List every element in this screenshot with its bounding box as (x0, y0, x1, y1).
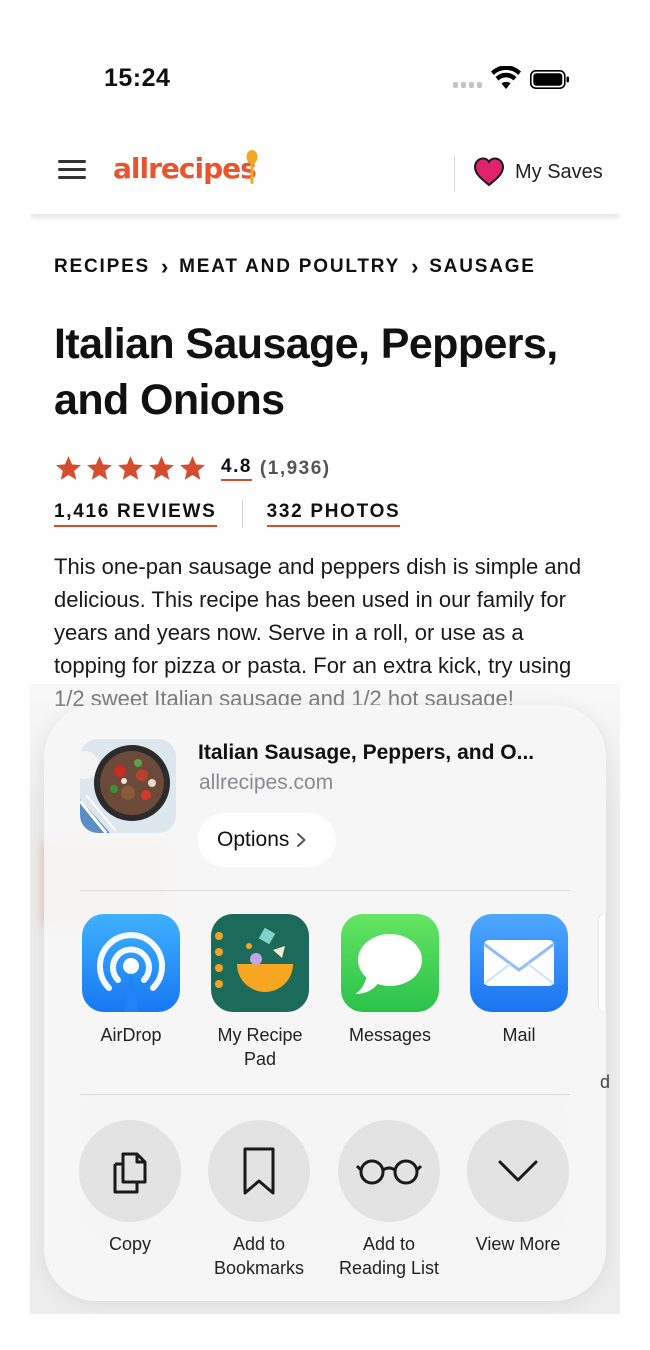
menu-icon[interactable] (58, 160, 86, 180)
add-reading-list-button[interactable] (338, 1120, 440, 1222)
my-saves-link[interactable]: My Saves (515, 161, 603, 184)
breadcrumb: RECIPES › MEAT AND POULTRY › SAUSAGE (54, 254, 536, 280)
star-icon (180, 456, 205, 480)
action-label: Copy (108, 1234, 152, 1254)
rating-count: (1,936) (259, 457, 331, 479)
star-icon (118, 456, 143, 480)
view-more-action[interactable]: View More (453, 1120, 583, 1256)
share-app-messages[interactable]: Messages (330, 914, 450, 1047)
share-app-airdrop[interactable]: AirDrop (71, 914, 191, 1047)
breadcrumb-recipes[interactable]: RECIPES (54, 256, 150, 278)
cellular-signal-icon (453, 82, 483, 90)
add-bookmark-action[interactable]: Add to Bookmarks (194, 1120, 324, 1280)
app-label: My Recipe Pad (217, 1025, 303, 1069)
recipe-title: Italian Sausage, Peppers, and Onions (54, 320, 558, 424)
action-label: Add to Reading List (338, 1234, 440, 1278)
spoon-icon (246, 150, 258, 184)
share-divider (80, 1094, 570, 1095)
share-divider (80, 890, 570, 891)
breadcrumb-meat-and-poultry[interactable]: MEAT AND POULTRY (179, 256, 400, 278)
chevron-down-icon (498, 1160, 538, 1182)
share-sheet: Italian Sausage, Peppers, and O... allre… (44, 705, 610, 1301)
links-divider (241, 500, 243, 528)
star-icon (56, 456, 81, 480)
share-page-domain: allrecipes.com (199, 771, 334, 794)
share-page-title: Italian Sausage, Peppers, and O... (198, 741, 535, 764)
airdrop-icon (82, 914, 180, 1012)
breadcrumb-sausage[interactable]: SAUSAGE (429, 256, 536, 278)
next-app-partial-label: d (600, 1072, 611, 1092)
logo-text: allrecipes (113, 152, 257, 185)
header-divider (454, 156, 455, 192)
share-app-my-recipe-pad[interactable]: My Recipe Pad (200, 914, 320, 1071)
next-app-partial-icon[interactable] (599, 914, 605, 1012)
view-more-button[interactable] (467, 1120, 569, 1222)
reviews-link[interactable]: 1,416 REVIEWS (54, 501, 217, 527)
app-label: Messages (348, 1025, 432, 1045)
copy-button[interactable] (79, 1120, 181, 1222)
add-reading-list-action[interactable]: Add to Reading List (324, 1120, 454, 1280)
chevron-right-icon: › (161, 254, 171, 279)
battery-icon (530, 70, 569, 89)
star-icon (149, 456, 174, 480)
app-label: Mail (502, 1025, 536, 1045)
bookmark-icon (243, 1147, 275, 1195)
rating-value-link[interactable]: 4.8 (221, 456, 252, 481)
skillet-food-image (80, 739, 176, 833)
heart-icon[interactable] (473, 156, 505, 188)
status-bar: 15:24 (0, 0, 650, 124)
review-photo-links: 1,416 REVIEWS 332 PHOTOS (54, 500, 401, 528)
options-label: Options (217, 828, 290, 851)
action-label: Add to Bookmarks (213, 1234, 305, 1278)
share-app-mail[interactable]: Mail (459, 914, 579, 1047)
recipe-pad-icon (211, 914, 309, 1012)
mail-icon (470, 914, 568, 1012)
messages-icon (341, 914, 439, 1012)
action-label: View More (475, 1234, 561, 1254)
options-button[interactable]: Options (198, 813, 336, 867)
wifi-icon (491, 66, 521, 89)
recipe-thumbnail (80, 739, 176, 833)
star-icon (87, 456, 112, 480)
copy-action[interactable]: Copy (65, 1120, 195, 1256)
photos-link[interactable]: 332 PHOTOS (266, 501, 401, 527)
add-bookmark-button[interactable] (208, 1120, 310, 1222)
site-header: allrecipes My Saves (30, 124, 620, 214)
copy-icon (113, 1152, 147, 1194)
app-label: AirDrop (100, 1025, 162, 1045)
chevron-right-icon (297, 833, 306, 847)
reading-glasses-icon (356, 1159, 422, 1185)
status-time: 15:24 (104, 64, 171, 92)
rating-row: 4.8 (1,936) (54, 454, 331, 483)
site-logo[interactable]: allrecipes (113, 150, 258, 192)
star-rating (54, 454, 207, 483)
chevron-right-icon: › (411, 254, 421, 279)
